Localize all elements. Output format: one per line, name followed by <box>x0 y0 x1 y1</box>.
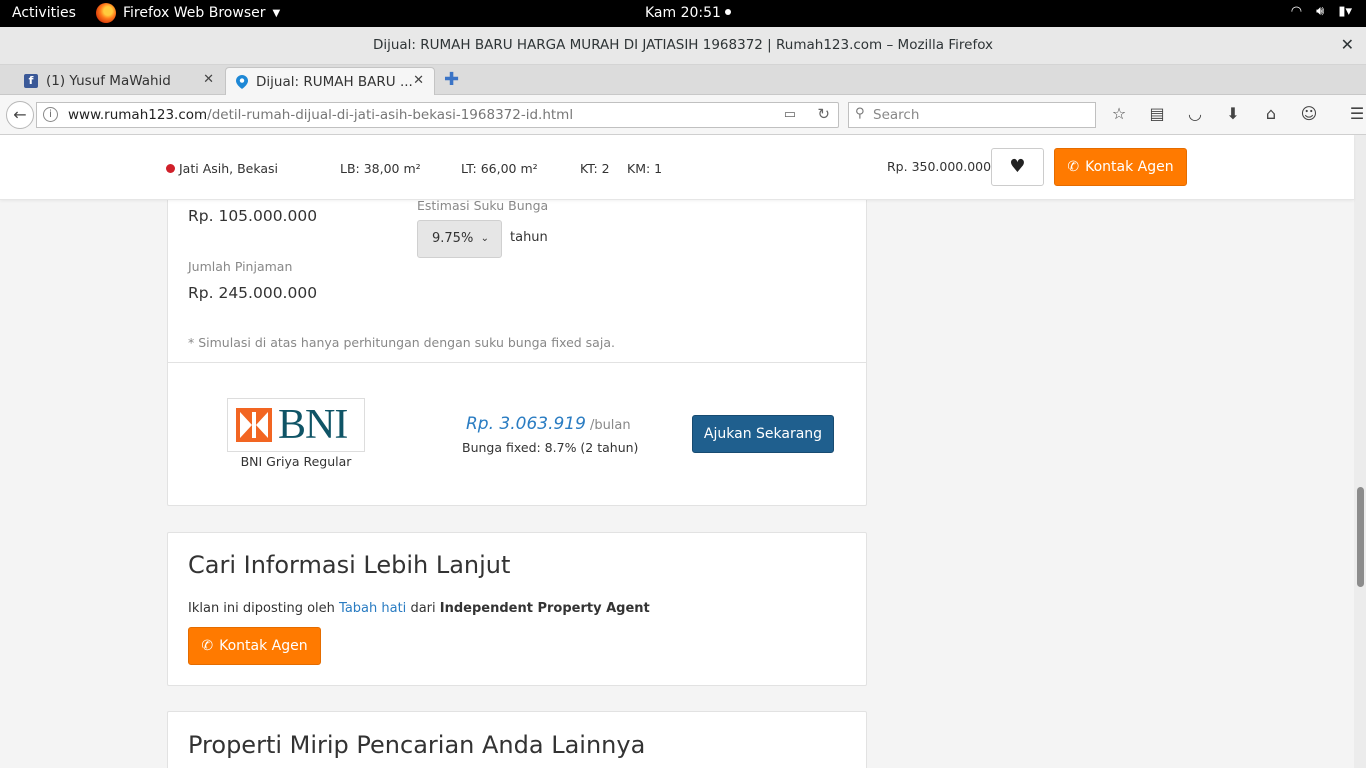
similar-properties-card: Properti Mirip Pencarian Anda Lainnya <box>167 711 867 768</box>
down-payment-value: Rp. 105.000.000 <box>188 207 318 225</box>
reader-view-icon[interactable]: ▭ <box>784 107 796 122</box>
url-path: /detil-rumah-dijual-di-jati-asih-bekasi-… <box>207 107 574 123</box>
posted-middle: dari <box>410 601 436 616</box>
interest-rate-label: Estimasi Suku Bunga <box>417 198 549 213</box>
search-placeholder: Search <box>873 107 920 123</box>
building-area: LB: 38,00 m² <box>340 161 421 176</box>
similar-properties-title: Properti Mirip Pencarian Anda Lainnya <box>188 731 646 759</box>
bni-logo-text: BNI <box>278 402 348 448</box>
agent-name-link[interactable]: Tabah hati <box>339 601 406 616</box>
listing-price: Rp. 350.000.000 <box>887 159 992 174</box>
interest-info: Bunga fixed: 8.7% (2 tahun) <box>462 440 639 455</box>
chat-icon[interactable]: ☺ <box>1298 104 1320 123</box>
downloads-icon[interactable]: ⬇ <box>1222 104 1244 123</box>
wifi-icon: ◠ <box>1290 4 1303 19</box>
contact-agent-button[interactable]: ✆ Kontak Agen <box>1054 148 1187 186</box>
system-top-bar: Activities Firefox Web Browser ▼ Kam 20:… <box>0 0 1366 27</box>
url-text[interactable]: www.rumah123.com/detil-rumah-dijual-di-j… <box>68 107 573 123</box>
interest-rate-select[interactable]: 9.75% ⌄ <box>417 220 502 258</box>
home-icon[interactable]: ⌂ <box>1260 104 1282 123</box>
site-info-icon[interactable]: i <box>43 107 58 122</box>
loan-amount-label: Jumlah Pinjaman <box>188 259 293 274</box>
bni-mark-icon <box>236 408 272 442</box>
contact-agent-label: Kontak Agen <box>219 638 308 654</box>
agency-name: Independent Property Agent <box>439 601 650 616</box>
tab-rumah123[interactable]: Dijual: RUMAH BARU ... ✕ <box>225 67 435 95</box>
facebook-icon: f <box>24 74 38 88</box>
listing-summary-bar: Jati Asih, Bekasi LB: 38,00 m² LT: 66,00… <box>0 135 1354 200</box>
firefox-icon <box>96 3 116 23</box>
tab-label: Dijual: RUMAH BARU ... <box>256 73 413 90</box>
tab-close-icon[interactable]: ✕ <box>413 73 424 88</box>
tab-bar: f (1) Yusuf MaWahid ✕ Dijual: RUMAH BARU… <box>0 65 1366 95</box>
app-menu[interactable]: Firefox Web Browser ▼ <box>96 3 280 23</box>
loan-amount-value: Rp. 245.000.000 <box>188 284 318 302</box>
contact-agent-button-secondary[interactable]: ✆ Kontak Agen <box>188 627 321 665</box>
heart-icon: ♥ <box>1009 156 1026 177</box>
caret-down-icon: ▼ <box>272 7 281 19</box>
divider <box>168 362 866 363</box>
tab-label: (1) Yusuf MaWahid <box>46 73 171 89</box>
window-close-icon[interactable]: ✕ <box>1341 35 1354 54</box>
url-domain: www.rumah123.com <box>68 107 208 123</box>
bedrooms: KT: 2 <box>580 161 610 176</box>
menu-icon[interactable]: ☰ <box>1346 104 1366 123</box>
bookmark-star-icon[interactable]: ☆ <box>1108 104 1130 123</box>
volume-icon: 🔊︎ <box>1316 4 1325 19</box>
favorite-button[interactable]: ♥ <box>991 148 1044 186</box>
more-info-card: Cari Informasi Lebih Lanjut Iklan ini di… <box>167 532 867 686</box>
toolbar-icons: ☆ ▤ ◡ ⬇ ⌂ ☺ ☰ <box>1108 104 1366 123</box>
notification-dot-icon <box>724 9 731 15</box>
window-titlebar: Dijual: RUMAH BARU HARGA MURAH DI JATIAS… <box>0 27 1366 65</box>
tab-facebook[interactable]: f (1) Yusuf MaWahid ✕ <box>12 67 224 95</box>
bank-product-name: BNI Griya Regular <box>240 454 352 469</box>
contact-agent-label: Kontak Agen <box>1085 159 1174 175</box>
more-info-title: Cari Informasi Lebih Lanjut <box>188 551 511 579</box>
back-button[interactable]: ← <box>6 101 34 129</box>
url-bar[interactable]: i www.rumah123.com/detil-rumah-dijual-di… <box>36 102 839 128</box>
bathrooms: KM: 1 <box>627 161 663 176</box>
window-title: Dijual: RUMAH BARU HARGA MURAH DI JATIAS… <box>372 37 994 53</box>
pocket-icon[interactable]: ◡ <box>1184 104 1206 123</box>
location-dot-icon <box>166 164 175 173</box>
search-bar[interactable]: ⚲ Search <box>848 102 1096 128</box>
posted-by-text: Iklan ini diposting oleh Tabah hati dari… <box>188 601 650 616</box>
installment-amount: Rp. 3.063.919 <box>466 414 586 434</box>
map-pin-icon <box>236 74 248 89</box>
monthly-installment: Rp. 3.063.919/bulan <box>466 414 631 434</box>
navigation-toolbar: ← i www.rumah123.com/detil-rumah-dijual-… <box>0 95 1366 135</box>
chevron-down-icon: ⌄ <box>480 233 489 244</box>
scrollbar-thumb[interactable] <box>1357 487 1364 587</box>
phone-icon: ✆ <box>1067 159 1080 175</box>
tab-close-icon[interactable]: ✕ <box>203 72 214 87</box>
interest-rate-value: 9.75% <box>432 231 474 246</box>
page-content: Jati Asih, Bekasi LB: 38,00 m² LT: 66,00… <box>0 135 1366 768</box>
bookmarks-list-icon[interactable]: ▤ <box>1146 104 1168 123</box>
new-tab-icon[interactable]: ✚ <box>444 69 459 90</box>
clock-label: Kam 20:51 <box>645 5 721 21</box>
arrow-left-icon: ← <box>13 105 27 124</box>
clock[interactable]: Kam 20:51 <box>645 5 731 21</box>
search-icon: ⚲ <box>855 106 865 121</box>
installment-unit: /bulan <box>589 418 631 433</box>
activities-button[interactable]: Activities <box>12 5 76 21</box>
system-tray[interactable]: ◠ 🔊︎ ▮▾ <box>1291 4 1352 19</box>
listing-location: Jati Asih, Bekasi <box>166 161 278 176</box>
reload-icon[interactable]: ↻ <box>817 105 830 123</box>
simulation-note: * Simulasi di atas hanya perhitungan den… <box>188 335 615 350</box>
land-area: LT: 66,00 m² <box>461 161 538 176</box>
bni-logo: BNI <box>227 398 365 452</box>
posted-prefix: Iklan ini diposting oleh <box>188 601 335 616</box>
location-text: Jati Asih, Bekasi <box>179 161 279 176</box>
apply-now-button[interactable]: Ajukan Sekarang <box>692 415 834 453</box>
phone-icon: ✆ <box>201 638 214 654</box>
battery-icon: ▮▾ <box>1338 4 1352 19</box>
page-scrollbar[interactable] <box>1354 135 1366 768</box>
app-menu-label: Firefox Web Browser <box>123 5 266 21</box>
tenor-unit: tahun <box>510 230 548 245</box>
